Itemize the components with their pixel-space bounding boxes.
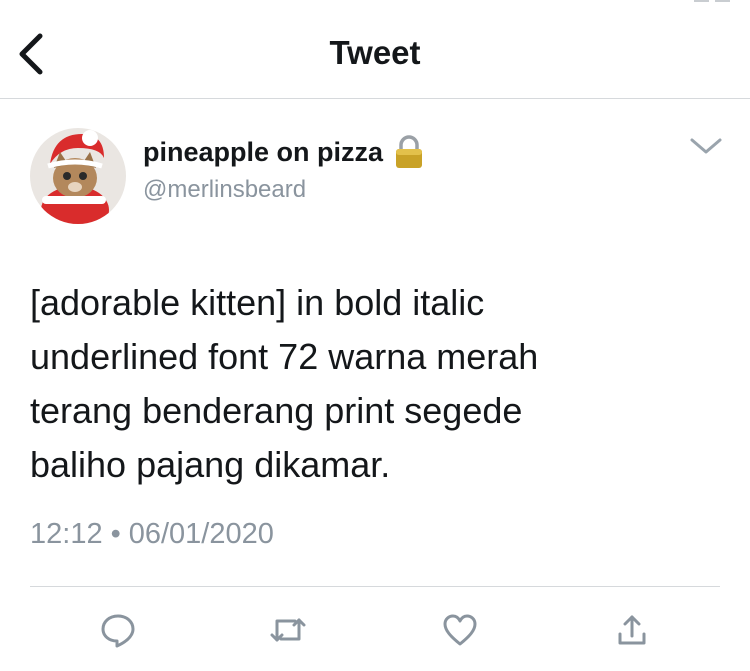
page-title: Tweet [329,34,421,71]
display-name[interactable]: pineapple on pizza [143,137,383,168]
avatar[interactable] [30,128,126,224]
meta-separator: • [110,518,121,550]
tweet-text: [adorable kitten] in bold italic underli… [30,282,539,485]
retweet-icon [270,618,306,642]
author-name-row: pineapple on pizza [143,134,425,170]
heart-icon [443,614,477,646]
retweet-button[interactable] [266,608,310,652]
tweet-timestamp: 12:12 • 06/01/2020 [30,518,274,551]
reply-icon [101,614,135,648]
share-icon [618,615,646,645]
action-bar [0,600,750,660]
chevron-down-icon [690,138,722,154]
divider [30,586,720,587]
tweet-time: 12:12 [30,518,103,550]
user-handle: @merlinsbeard [143,176,307,203]
like-button[interactable] [438,608,482,652]
tweet-screen: Tweet pineapple on pizza @merlinsbeard [… [0,0,750,671]
nav-header: Tweet [0,0,750,99]
tweet-date: 06/01/2020 [128,518,274,550]
reply-button[interactable] [96,608,140,652]
avatar-kitten [30,128,126,224]
share-button[interactable] [610,608,654,652]
lock-icon [396,135,423,168]
tweet-menu-button[interactable] [688,134,724,158]
